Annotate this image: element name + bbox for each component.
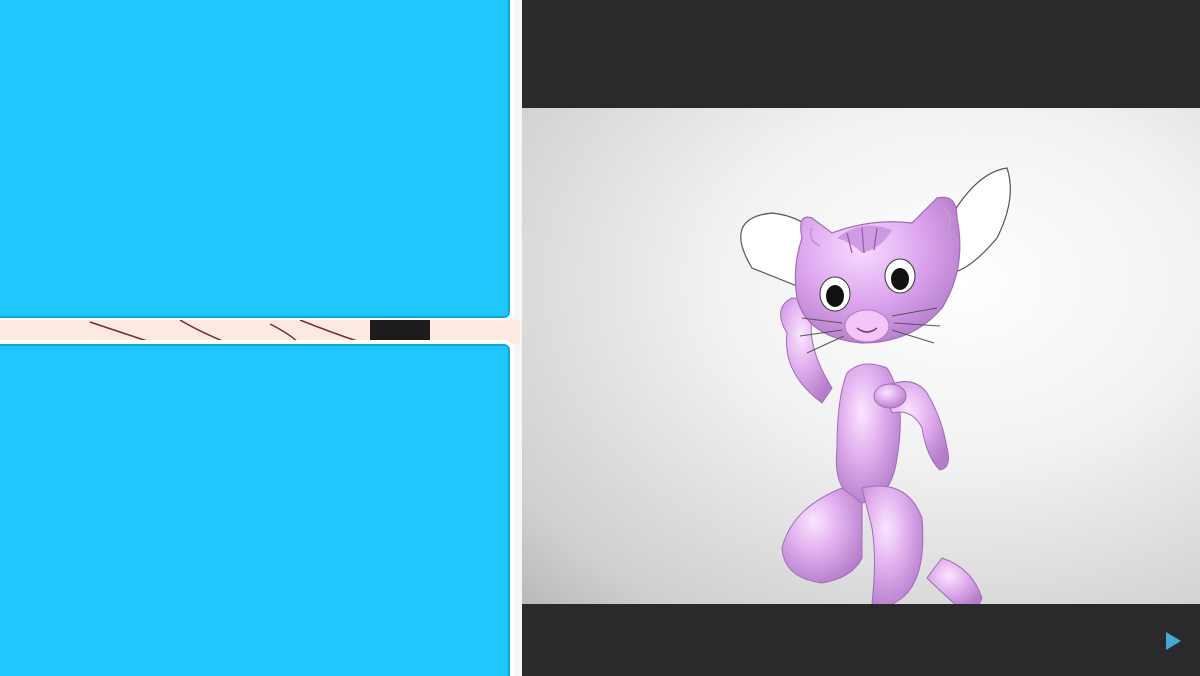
video-player[interactable] bbox=[522, 0, 1200, 676]
manga-page bbox=[0, 0, 522, 676]
play-icon[interactable] bbox=[1162, 630, 1184, 652]
letterbox-top bbox=[522, 0, 1200, 108]
manga-panel-top bbox=[0, 0, 514, 322]
headline-caption-bottom bbox=[0, 652, 522, 676]
manga-panel-bottom bbox=[0, 340, 514, 676]
letterbox-bottom bbox=[522, 604, 1200, 676]
video-frame bbox=[522, 108, 1200, 604]
pink-cat-character bbox=[740, 167, 1011, 604]
screen bbox=[0, 0, 1200, 676]
